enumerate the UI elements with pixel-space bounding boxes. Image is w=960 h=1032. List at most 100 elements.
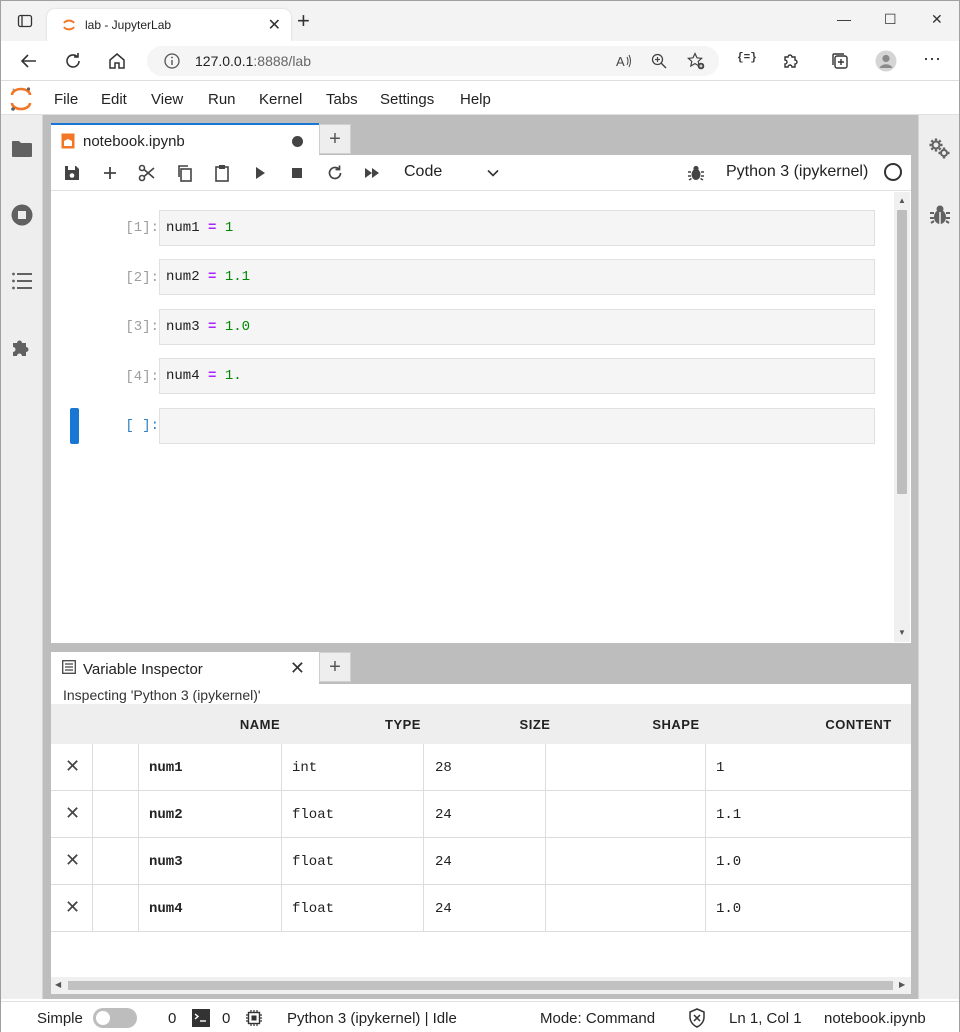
current-filename-text: notebook.ipynb (824, 1010, 926, 1027)
extensions-braces-icon[interactable]: {=} (737, 52, 757, 72)
interrupt-kernel-icon[interactable] (288, 164, 306, 182)
notebook-content[interactable]: [1]: num1 = 1 [2]: num2 = 1.1 [3]: num3 … (51, 191, 911, 643)
table-of-contents-icon[interactable] (10, 269, 34, 293)
kernel-name-button[interactable]: Python 3 (ipykernel) (726, 163, 868, 181)
column-header-name[interactable]: NAME (188, 717, 332, 732)
site-info-icon[interactable] (163, 52, 181, 70)
favorite-add-icon[interactable] (687, 52, 705, 70)
property-inspector-gears-icon[interactable] (928, 137, 952, 161)
debugger-icon[interactable] (928, 203, 952, 227)
collections-icon[interactable] (830, 51, 850, 71)
column-header-shape[interactable]: SHAPE (596, 717, 756, 732)
variable-name[interactable]: num2 (149, 807, 183, 823)
empty-code-cell[interactable] (159, 408, 875, 444)
cell-type-select[interactable]: Code (404, 163, 442, 181)
code-cell[interactable]: num2 = 1.1 (159, 259, 875, 295)
minimize-button[interactable]: — (837, 11, 851, 27)
trusted-shield-icon[interactable] (688, 1008, 706, 1028)
run-cell-icon[interactable] (251, 164, 269, 182)
cut-icon[interactable] (138, 164, 156, 182)
simple-mode-toggle[interactable] (93, 1008, 137, 1028)
notebook-tab[interactable]: notebook.ipynb (51, 123, 319, 155)
chevron-down-icon[interactable] (486, 166, 500, 180)
column-divider (545, 838, 546, 885)
code-cell[interactable]: num4 = 1. (159, 358, 875, 394)
column-header-size[interactable]: SIZE (474, 717, 596, 732)
inspector-horizontal-scrollbar[interactable]: ◀ ▶ (51, 977, 911, 994)
profile-avatar-icon[interactable] (875, 50, 897, 72)
notebook-vertical-scrollbar[interactable]: ▲ ▼ (894, 192, 910, 642)
delete-variable-icon[interactable]: ✕ (65, 756, 80, 777)
inspector-new-launcher-button[interactable]: + (319, 652, 351, 682)
scroll-right-arrow-icon[interactable]: ▶ (899, 980, 905, 989)
cell-code: num3 = 1.0 (166, 319, 250, 335)
close-window-button[interactable]: ✕ (931, 11, 943, 28)
copy-icon[interactable] (176, 164, 194, 182)
column-header-type[interactable]: TYPE (332, 717, 474, 732)
extension-manager-icon[interactable] (10, 336, 34, 360)
extensions-puzzle-icon[interactable] (781, 51, 801, 71)
home-icon[interactable] (107, 51, 127, 71)
browser-tab[interactable]: lab - JupyterLab ✕ (47, 9, 291, 41)
column-divider (138, 838, 139, 885)
delete-variable-icon[interactable]: ✕ (65, 803, 80, 824)
new-launcher-button[interactable]: + (319, 124, 351, 154)
column-divider (705, 744, 706, 791)
url-field[interactable]: 127.0.0.1:8888/lab A (147, 46, 719, 76)
menu-view[interactable]: View (151, 91, 183, 108)
variable-inspector-tab[interactable]: Variable Inspector ✕ (51, 652, 319, 684)
file-browser-icon[interactable] (10, 137, 34, 161)
more-menu-icon[interactable]: ⋯ (923, 49, 943, 69)
delete-variable-icon[interactable]: ✕ (65, 897, 80, 918)
variable-name[interactable]: num4 (149, 901, 183, 917)
close-tab-icon[interactable]: ✕ (268, 15, 281, 35)
column-divider (423, 791, 424, 838)
insert-cell-icon[interactable] (101, 164, 119, 182)
scrollbar-thumb[interactable] (897, 210, 907, 494)
code-cell[interactable]: num3 = 1.0 (159, 309, 875, 345)
kernel-chip-icon[interactable] (245, 1009, 263, 1027)
menu-run[interactable]: Run (208, 91, 236, 108)
paste-icon[interactable] (213, 164, 231, 182)
running-kernels-icon[interactable] (10, 203, 34, 227)
code-cell[interactable]: num1 = 1 (159, 210, 875, 246)
variable-name[interactable]: num1 (149, 760, 183, 776)
column-header-content[interactable]: CONTENT (756, 717, 960, 732)
refresh-icon[interactable] (63, 51, 83, 71)
close-inspector-icon[interactable]: ✕ (290, 658, 305, 679)
tab-actions-icon[interactable] (17, 13, 33, 29)
scroll-down-arrow-icon[interactable]: ▼ (898, 628, 906, 637)
kernel-debugger-icon[interactable] (687, 164, 705, 182)
zoom-icon[interactable] (650, 52, 668, 70)
table-row[interactable]: ✕ num3 float 24 1.0 (51, 838, 911, 885)
read-aloud-icon[interactable]: A (615, 52, 633, 70)
menu-kernel[interactable]: Kernel (259, 91, 302, 108)
table-row[interactable]: ✕ num4 float 24 1.0 (51, 885, 911, 932)
unsaved-indicator-icon[interactable] (292, 136, 303, 147)
restart-run-all-icon[interactable] (363, 164, 381, 182)
restart-kernel-icon[interactable] (326, 164, 344, 182)
menu-edit[interactable]: Edit (101, 91, 127, 108)
table-row[interactable]: ✕ num1 int 28 1 (51, 744, 911, 791)
menu-help[interactable]: Help (460, 91, 491, 108)
menu-tabs[interactable]: Tabs (326, 91, 358, 108)
terminals-count[interactable]: 0 (168, 1010, 176, 1027)
scroll-left-arrow-icon[interactable]: ◀ (55, 980, 61, 989)
scrollbar-thumb[interactable] (68, 981, 893, 990)
back-icon[interactable] (19, 51, 39, 71)
delete-variable-icon[interactable]: ✕ (65, 850, 80, 871)
cursor-position-text[interactable]: Ln 1, Col 1 (729, 1010, 802, 1027)
variable-name[interactable]: num3 (149, 854, 183, 870)
terminal-icon[interactable] (192, 1009, 210, 1027)
active-cell-indicator[interactable] (70, 408, 79, 444)
maximize-button[interactable]: ☐ (884, 11, 897, 28)
left-sidebar (1, 115, 43, 999)
menu-settings[interactable]: Settings (380, 91, 434, 108)
new-tab-button[interactable]: + (297, 10, 310, 32)
kernels-count[interactable]: 0 (222, 1010, 230, 1027)
kernel-status-text[interactable]: Python 3 (ipykernel) | Idle (287, 1010, 457, 1027)
menu-file[interactable]: File (54, 91, 78, 108)
table-row[interactable]: ✕ num2 float 24 1.1 (51, 791, 911, 838)
save-icon[interactable] (63, 164, 81, 182)
scroll-up-arrow-icon[interactable]: ▲ (898, 196, 906, 205)
